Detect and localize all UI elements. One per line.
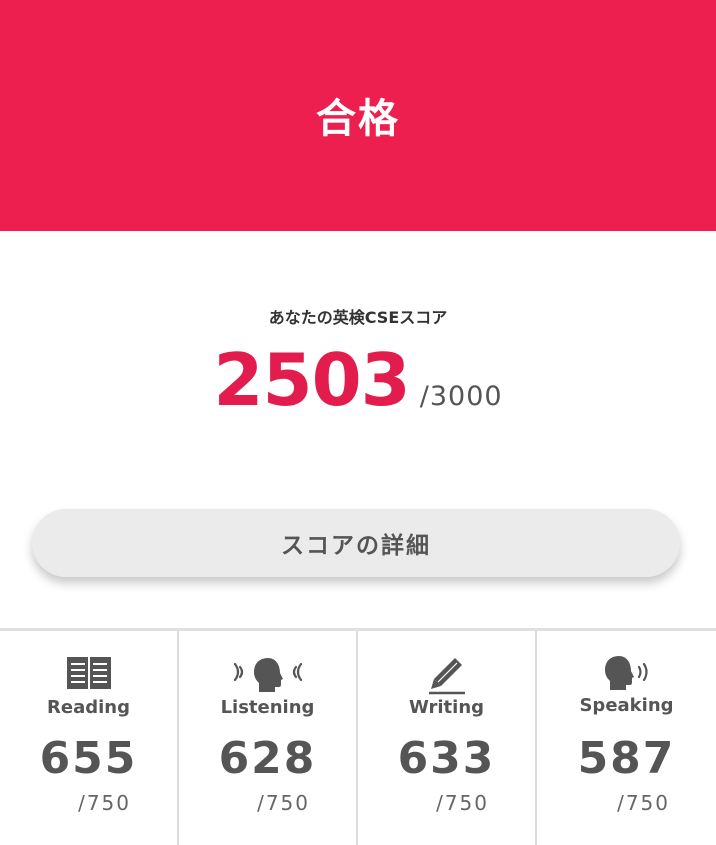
skill-name: Speaking: [579, 695, 674, 716]
skill-max: /750: [257, 791, 310, 815]
book-icon: [66, 657, 111, 689]
speaking-head-icon: [604, 656, 648, 690]
cse-score-label: あなたの英検CSEスコア: [268, 308, 448, 327]
listening-head-icon: [233, 658, 302, 692]
score-detail-button[interactable]: スコアの詳細: [32, 509, 680, 577]
total-score: 2503 /3000: [0, 338, 716, 428]
skill-reading: Reading 655 /750: [0, 631, 179, 845]
skill-score: 587: [577, 733, 676, 784]
skill-scores: Reading 655 /750 Listening 628 /750 Writ…: [0, 631, 716, 845]
skill-score: 628: [218, 733, 317, 784]
score-result-page: 合格 あなたの英検CSEスコア 2503 /3000 スコアの詳細 Readin…: [0, 0, 716, 845]
score-detail-button-label: スコアの詳細: [281, 533, 431, 559]
total-score-value: 2503: [213, 338, 410, 422]
skill-max: /750: [436, 791, 489, 815]
skill-name: Listening: [220, 697, 315, 718]
total-score-max: /3000: [419, 381, 503, 412]
skill-score: 655: [39, 733, 138, 784]
skill-max: /750: [617, 791, 670, 815]
pencil-icon: [428, 658, 465, 695]
skill-speaking: Speaking 587 /750: [537, 631, 716, 845]
skill-max: /750: [78, 791, 131, 815]
skill-score: 633: [397, 733, 496, 784]
result-banner: 合格: [0, 0, 716, 231]
skill-name: Writing: [408, 697, 485, 718]
skill-writing: Writing 633 /750: [358, 631, 537, 845]
result-title: 合格: [316, 95, 400, 142]
skill-name: Reading: [47, 697, 130, 718]
skill-listening: Listening 628 /750: [179, 631, 358, 845]
